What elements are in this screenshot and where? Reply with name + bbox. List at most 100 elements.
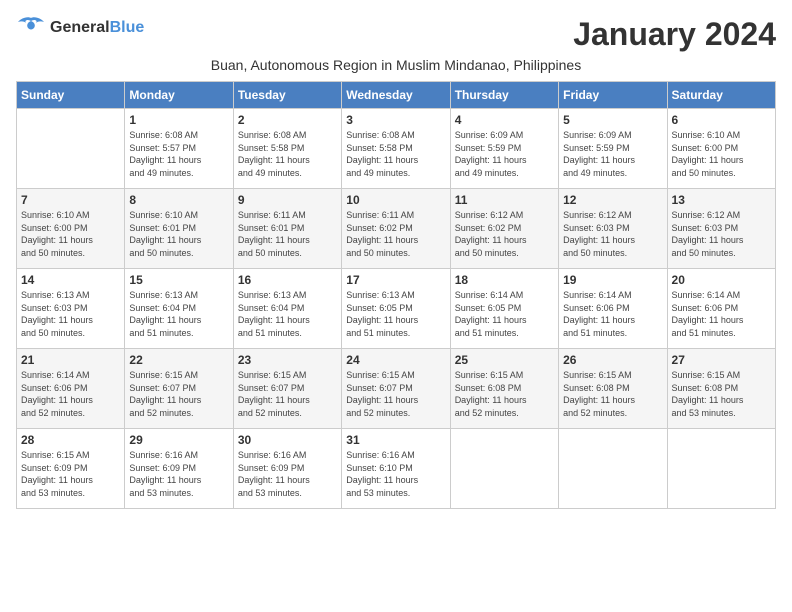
- calendar-cell: [667, 429, 775, 509]
- calendar-cell: 29 Sunrise: 6:16 AMSunset: 6:09 PMDayligh…: [125, 429, 233, 509]
- calendar-cell: 15 Sunrise: 6:13 AMSunset: 6:04 PMDayligh…: [125, 269, 233, 349]
- weekday-header: Saturday: [667, 82, 775, 109]
- calendar-cell: 6 Sunrise: 6:10 AMSunset: 6:00 PMDaylight…: [667, 109, 775, 189]
- weekday-header: Thursday: [450, 82, 558, 109]
- calendar-cell: [17, 109, 125, 189]
- day-info: Sunrise: 6:16 AMSunset: 6:10 PMDaylight:…: [346, 449, 445, 499]
- weekday-header: Tuesday: [233, 82, 341, 109]
- calendar-cell: 10 Sunrise: 6:11 AMSunset: 6:02 PMDayligh…: [342, 189, 450, 269]
- calendar-cell: 16 Sunrise: 6:13 AMSunset: 6:04 PMDayligh…: [233, 269, 341, 349]
- day-number: 25: [455, 353, 554, 367]
- calendar-cell: 8Sunrise: 6:10 AMSunset: 6:01 PMDaylight…: [125, 189, 233, 269]
- day-number: 6: [672, 113, 771, 127]
- day-info: Sunrise: 6:13 AMSunset: 6:04 PMDaylight:…: [238, 289, 337, 339]
- day-info: Sunrise: 6:11 AMSunset: 6:02 PMDaylight:…: [346, 209, 445, 259]
- calendar-table: SundayMondayTuesdayWednesdayThursdayFrid…: [16, 81, 776, 509]
- calendar-cell: 3 Sunrise: 6:08 AMSunset: 5:58 PMDaylight…: [342, 109, 450, 189]
- calendar-cell: 21 Sunrise: 6:14 AMSunset: 6:06 PMDayligh…: [17, 349, 125, 429]
- calendar-cell: 28Sunrise: 6:15 AMSunset: 6:09 PMDayligh…: [17, 429, 125, 509]
- day-number: 14: [21, 273, 120, 287]
- calendar-cell: 4Sunrise: 6:09 AMSunset: 5:59 PMDaylight…: [450, 109, 558, 189]
- day-number: 18: [455, 273, 554, 287]
- day-info: Sunrise: 6:09 AMSunset: 5:59 PMDaylight:…: [455, 129, 554, 179]
- calendar-cell: 12 Sunrise: 6:12 AMSunset: 6:03 PMDayligh…: [559, 189, 667, 269]
- day-number: 11: [455, 193, 554, 207]
- day-info: Sunrise: 6:08 AMSunset: 5:57 PMDaylight:…: [129, 129, 228, 179]
- day-number: 21: [21, 353, 120, 367]
- calendar-cell: 19 Sunrise: 6:14 AMSunset: 6:06 PMDayligh…: [559, 269, 667, 349]
- day-info: Sunrise: 6:14 AMSunset: 6:06 PMDaylight:…: [672, 289, 771, 339]
- calendar-cell: 11 Sunrise: 6:12 AMSunset: 6:02 PMDayligh…: [450, 189, 558, 269]
- weekday-header: Wednesday: [342, 82, 450, 109]
- day-info: Sunrise: 6:15 AMSunset: 6:07 PMDaylight:…: [346, 369, 445, 419]
- logo: GeneralBlue: [16, 16, 144, 40]
- day-number: 30: [238, 433, 337, 447]
- day-number: 16: [238, 273, 337, 287]
- calendar-cell: [450, 429, 558, 509]
- day-info: Sunrise: 6:08 AMSunset: 5:58 PMDaylight:…: [346, 129, 445, 179]
- calendar-cell: 27 Sunrise: 6:15 AMSunset: 6:08 PMDayligh…: [667, 349, 775, 429]
- page-header: GeneralBlue January 2024: [16, 16, 776, 53]
- day-info: Sunrise: 6:10 AMSunset: 6:00 PMDaylight:…: [21, 209, 120, 259]
- day-info: Sunrise: 6:14 AMSunset: 6:06 PMDaylight:…: [21, 369, 120, 419]
- day-number: 10: [346, 193, 445, 207]
- day-info: Sunrise: 6:16 AMSunset: 6:09 PMDaylight:…: [238, 449, 337, 499]
- day-number: 7: [21, 193, 120, 207]
- day-info: Sunrise: 6:09 AMSunset: 5:59 PMDaylight:…: [563, 129, 662, 179]
- day-info: Sunrise: 6:08 AMSunset: 5:58 PMDaylight:…: [238, 129, 337, 179]
- weekday-header: Friday: [559, 82, 667, 109]
- day-info: Sunrise: 6:12 AMSunset: 6:03 PMDaylight:…: [672, 209, 771, 259]
- calendar-cell: 2Sunrise: 6:08 AMSunset: 5:58 PMDaylight…: [233, 109, 341, 189]
- logo-bird-icon: [16, 16, 46, 40]
- day-info: Sunrise: 6:13 AMSunset: 6:03 PMDaylight:…: [21, 289, 120, 339]
- day-info: Sunrise: 6:15 AMSunset: 6:09 PMDaylight:…: [21, 449, 120, 499]
- calendar-subtitle: Buan, Autonomous Region in Muslim Mindan…: [16, 57, 776, 73]
- day-info: Sunrise: 6:15 AMSunset: 6:08 PMDaylight:…: [563, 369, 662, 419]
- day-number: 3: [346, 113, 445, 127]
- day-info: Sunrise: 6:14 AMSunset: 6:06 PMDaylight:…: [563, 289, 662, 339]
- day-number: 31: [346, 433, 445, 447]
- calendar-cell: [559, 429, 667, 509]
- calendar-cell: 25Sunrise: 6:15 AMSunset: 6:08 PMDayligh…: [450, 349, 558, 429]
- calendar-cell: 9 Sunrise: 6:11 AMSunset: 6:01 PMDaylight…: [233, 189, 341, 269]
- day-number: 9: [238, 193, 337, 207]
- day-number: 20: [672, 273, 771, 287]
- calendar-cell: 5Sunrise: 6:09 AMSunset: 5:59 PMDaylight…: [559, 109, 667, 189]
- day-info: Sunrise: 6:16 AMSunset: 6:09 PMDaylight:…: [129, 449, 228, 499]
- day-info: Sunrise: 6:12 AMSunset: 6:03 PMDaylight:…: [563, 209, 662, 259]
- day-number: 13: [672, 193, 771, 207]
- calendar-cell: 13 Sunrise: 6:12 AMSunset: 6:03 PMDayligh…: [667, 189, 775, 269]
- calendar-cell: 17 Sunrise: 6:13 AMSunset: 6:05 PMDayligh…: [342, 269, 450, 349]
- day-number: 27: [672, 353, 771, 367]
- day-info: Sunrise: 6:15 AMSunset: 6:08 PMDaylight:…: [672, 369, 771, 419]
- calendar-cell: 31 Sunrise: 6:16 AMSunset: 6:10 PMDayligh…: [342, 429, 450, 509]
- calendar-cell: 30 Sunrise: 6:16 AMSunset: 6:09 PMDayligh…: [233, 429, 341, 509]
- day-number: 15: [129, 273, 228, 287]
- day-number: 19: [563, 273, 662, 287]
- day-info: Sunrise: 6:14 AMSunset: 6:05 PMDaylight:…: [455, 289, 554, 339]
- calendar-cell: 14 Sunrise: 6:13 AMSunset: 6:03 PMDayligh…: [17, 269, 125, 349]
- calendar-cell: 7 Sunrise: 6:10 AMSunset: 6:00 PMDaylight…: [17, 189, 125, 269]
- day-info: Sunrise: 6:13 AMSunset: 6:04 PMDaylight:…: [129, 289, 228, 339]
- weekday-header: Sunday: [17, 82, 125, 109]
- day-number: 8: [129, 193, 228, 207]
- day-info: Sunrise: 6:10 AMSunset: 6:00 PMDaylight:…: [672, 129, 771, 179]
- day-number: 1: [129, 113, 228, 127]
- day-info: Sunrise: 6:15 AMSunset: 6:07 PMDaylight:…: [238, 369, 337, 419]
- day-number: 12: [563, 193, 662, 207]
- day-number: 17: [346, 273, 445, 287]
- month-title: January 2024: [573, 16, 776, 53]
- logo-text: GeneralBlue: [50, 19, 144, 37]
- day-info: Sunrise: 6:12 AMSunset: 6:02 PMDaylight:…: [455, 209, 554, 259]
- calendar-cell: 24Sunrise: 6:15 AMSunset: 6:07 PMDayligh…: [342, 349, 450, 429]
- day-info: Sunrise: 6:13 AMSunset: 6:05 PMDaylight:…: [346, 289, 445, 339]
- day-number: 29: [129, 433, 228, 447]
- day-info: Sunrise: 6:11 AMSunset: 6:01 PMDaylight:…: [238, 209, 337, 259]
- calendar-cell: 22Sunrise: 6:15 AMSunset: 6:07 PMDayligh…: [125, 349, 233, 429]
- day-number: 26: [563, 353, 662, 367]
- calendar-cell: 18 Sunrise: 6:14 AMSunset: 6:05 PMDayligh…: [450, 269, 558, 349]
- calendar-cell: 20 Sunrise: 6:14 AMSunset: 6:06 PMDayligh…: [667, 269, 775, 349]
- weekday-header: Monday: [125, 82, 233, 109]
- calendar-cell: 1 Sunrise: 6:08 AMSunset: 5:57 PMDaylight…: [125, 109, 233, 189]
- calendar-cell: 23Sunrise: 6:15 AMSunset: 6:07 PMDayligh…: [233, 349, 341, 429]
